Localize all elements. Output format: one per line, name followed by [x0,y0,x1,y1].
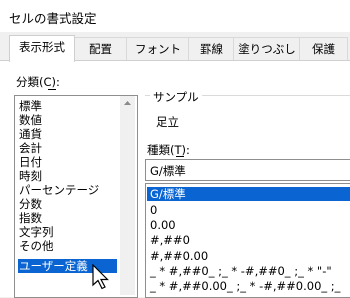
category-item-currency[interactable]: 通貨 [19,127,42,141]
type-option[interactable]: _ * #,##0.00_ ;_ * -#,##0.00_ ;_ [150,279,340,293]
scroll-up-arrow-icon[interactable] [120,96,135,295]
tab-fill[interactable]: 塗りつぶし [233,37,301,60]
type-option[interactable]: G/標準 [147,187,350,201]
sample-value: 足立 [156,115,179,129]
category-scrollbar[interactable] [120,96,135,295]
category-accesskey-underline [48,89,56,90]
tab-font[interactable]: フォント [126,37,190,60]
sample-label: サンプル [150,89,202,105]
category-item-date[interactable]: 日付 [19,155,42,169]
category-item-number[interactable]: 数値 [19,113,42,127]
category-item-general[interactable]: 標準 [19,99,42,113]
tab-number-format[interactable]: 表示形式 [9,35,75,62]
mouse-cursor-icon [92,264,109,290]
dialog-title: セルの書式設定 [9,11,97,26]
type-option[interactable]: #,##0 [150,233,190,247]
category-item-fraction[interactable]: 分数 [19,197,42,211]
type-option[interactable]: _ * #,##0_ ;_ * -#,##0_ ;_ * "-" [150,264,332,278]
type-option[interactable]: 0 [150,203,157,217]
tab-protection[interactable]: 保護 [299,37,348,60]
tab-alignment[interactable]: 配置 [73,37,128,60]
category-item-percentage[interactable]: パーセンテージ [19,183,99,197]
type-listbox[interactable]: G/標準 0 0.00 #,##0 #,##0.00 _ * #,##0_ ;_… [145,183,350,298]
tab-border[interactable]: 罫線 [188,37,235,60]
category-label: 分類(C): [16,75,60,89]
category-item-time[interactable]: 時刻 [19,169,42,183]
dialog-titlebar: セルの書式設定 [0,0,350,32]
category-item-special[interactable]: その他 [19,239,54,253]
category-item-accounting[interactable]: 会計 [19,141,42,155]
category-item-text[interactable]: 文字列 [19,225,54,239]
type-option[interactable]: #,##0.00 [150,249,208,263]
type-option[interactable]: 0.00 [150,218,176,232]
category-item-scientific[interactable]: 指数 [19,211,42,225]
tab-bar: 表示形式 配置 フォント 罫線 塗りつぶし 保護 [0,32,350,62]
type-accesskey-underline [176,156,184,157]
type-input[interactable]: G/標準 [145,159,350,181]
